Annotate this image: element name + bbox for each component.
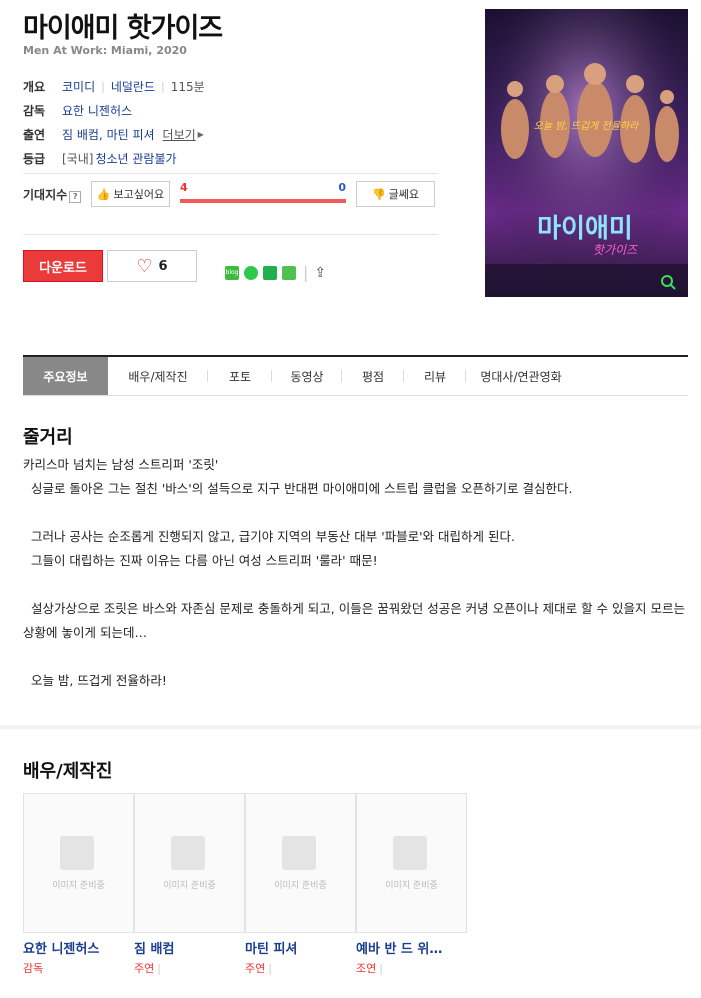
runtime: 115분 xyxy=(170,79,205,94)
rating-prefix: [국내] xyxy=(62,151,94,166)
divider: | xyxy=(161,79,165,93)
cast-card[interactable]: 이미지 준비중 짐 배컴 주연 | xyxy=(134,793,245,976)
thumbs-up-icon: 👍 xyxy=(96,187,111,201)
divider xyxy=(23,173,438,174)
cast-photo[interactable]: 이미지 준비중 xyxy=(245,793,356,933)
poster-image: 오늘 밤, 뜨겁게 전율하라 마이애미 핫가이즈 xyxy=(485,9,688,297)
poster-subtitle: 핫가이즈 xyxy=(593,243,638,257)
want-to-see-button[interactable]: 👍 보고싶어요 xyxy=(91,181,170,207)
cast-name[interactable]: 짐 배컴 xyxy=(134,938,242,957)
movie-title: 마이애미 핫가이즈 xyxy=(23,13,223,44)
cast-photo[interactable]: 이미지 준비중 xyxy=(356,793,467,933)
expectation-label: 기대지수? xyxy=(23,186,91,203)
chevron-right-icon: ▶ xyxy=(197,129,204,139)
cast-name[interactable]: 마틴 피셔 xyxy=(245,938,353,957)
section-divider xyxy=(0,725,701,729)
not-sure-button[interactable]: 👎 글쎄요 xyxy=(356,181,435,207)
cast-row: 출연 짐 배컴, 마틴 피셔 더보기 ▶ xyxy=(23,122,438,146)
genre-link[interactable]: 코미디 xyxy=(62,78,95,95)
expectation-bar: 4 0 xyxy=(180,181,346,207)
tab-video[interactable]: 동영상 xyxy=(272,357,342,395)
overview-label: 개요 xyxy=(23,79,46,94)
keep-share-icon[interactable] xyxy=(282,265,296,280)
divider: | xyxy=(303,263,309,282)
rating-link[interactable]: 청소년 관람불가 xyxy=(95,150,176,167)
detail-tabs: 주요정보 배우/제작진 포토 동영상 평점 리뷰 명대사/연관영화 xyxy=(23,355,688,396)
cast-card[interactable]: 이미지 준비중 예바 반 드 위… 조연 | xyxy=(356,793,467,976)
tab-photo[interactable]: 포토 xyxy=(208,357,272,395)
cast-card[interactable]: 이미지 준비중 요한 니젠허스 감독 xyxy=(23,793,134,976)
band-share-icon[interactable] xyxy=(244,265,258,280)
overview-row: 개요 코미디 | 네덜란드 | 115분 xyxy=(23,74,438,98)
cast-photo[interactable]: 이미지 준비중 xyxy=(23,793,134,933)
movie-info: 개요 코미디 | 네덜란드 | 115분 감독 요한 니젠허스 출연 짐 배컴,… xyxy=(23,74,438,170)
cast-role: 감독 xyxy=(23,962,44,975)
cast-name[interactable]: 예바 반 드 위… xyxy=(356,938,464,957)
director-row: 감독 요한 니젠허스 xyxy=(23,98,438,122)
cast-heading: 배우/제작진 xyxy=(23,761,113,782)
director-link[interactable]: 요한 니젠허스 xyxy=(62,102,132,119)
tab-cast[interactable]: 배우/제작진 xyxy=(108,357,208,395)
cast-card[interactable]: 이미지 준비중 마틴 피셔 주연 | xyxy=(245,793,356,976)
image-placeholder-icon xyxy=(282,836,316,870)
heart-icon: ♡ xyxy=(136,255,153,277)
plot-text: 카리스마 넘치는 남성 스트리퍼 '조릿' 싱글로 돌아온 그는 절친 '바스'… xyxy=(23,457,686,688)
download-button[interactable]: 다운로드 xyxy=(23,250,103,282)
want-count: 4 xyxy=(180,181,188,194)
director-label: 감독 xyxy=(23,103,46,118)
image-placeholder-icon xyxy=(60,836,94,870)
rating-row: 등급 [국내] 청소년 관람불가 xyxy=(23,146,438,170)
share-bar: blog | ⇪ xyxy=(225,263,326,282)
tab-review[interactable]: 리뷰 xyxy=(404,357,466,395)
cast-role: 조연 | xyxy=(356,962,383,975)
tab-rating[interactable]: 평점 xyxy=(342,357,404,395)
movie-poster[interactable]: 오늘 밤, 뜨겁게 전율하라 마이애미 핫가이즈 xyxy=(485,9,688,297)
cast-label: 출연 xyxy=(23,127,46,142)
tab-main-info[interactable]: 주요정보 xyxy=(23,357,108,395)
cast-role: 주연 | xyxy=(134,962,161,975)
like-count: 6 xyxy=(158,258,168,274)
cast-photo[interactable]: 이미지 준비중 xyxy=(134,793,245,933)
divider: | xyxy=(101,79,105,93)
rating-label: 등급 xyxy=(23,151,46,166)
divider xyxy=(23,234,438,235)
help-icon[interactable]: ? xyxy=(69,190,82,203)
image-placeholder-icon xyxy=(393,836,427,870)
cast-list: 이미지 준비중 요한 니젠허스 감독 이미지 준비중 짐 배컴 주연 | 이미지 … xyxy=(23,793,467,976)
plot-heading: 줄거리 xyxy=(23,427,73,448)
more-cast-link[interactable]: 더보기 xyxy=(163,126,196,143)
tab-quotes-related[interactable]: 명대사/연관영화 xyxy=(466,357,576,395)
country-link[interactable]: 네덜란드 xyxy=(111,78,155,95)
share-icon[interactable]: ⇪ xyxy=(314,265,326,281)
nope-count: 0 xyxy=(338,181,346,194)
thumbs-down-icon: 👎 xyxy=(371,187,386,201)
poster-tagline: 오늘 밤, 뜨겁게 전율하라 xyxy=(534,120,641,132)
cast-link[interactable]: 짐 배컴, 마틴 피셔 xyxy=(62,126,155,143)
image-placeholder-icon xyxy=(171,836,205,870)
poster-title: 마이애미 xyxy=(537,214,633,244)
movie-original-title: Men At Work: Miami, 2020 xyxy=(23,44,187,57)
blog-share-icon[interactable]: blog xyxy=(225,265,239,280)
like-button[interactable]: ♡ 6 xyxy=(107,250,197,282)
cast-role: 주연 | xyxy=(245,962,272,975)
bookmark-share-icon[interactable] xyxy=(263,265,277,280)
cast-name[interactable]: 요한 니젠허스 xyxy=(23,938,131,957)
expectation-index: 기대지수? 👍 보고싶어요 4 0 👎 글쎄요 xyxy=(23,180,438,208)
expectation-bar-fill xyxy=(180,199,346,203)
